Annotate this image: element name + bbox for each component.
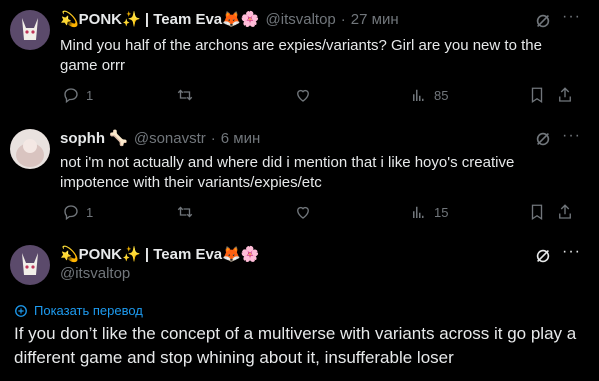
views-button[interactable]: 85: [410, 86, 448, 104]
timestamp[interactable]: 27 мин: [351, 11, 399, 28]
views-icon: [413, 89, 424, 101]
more-icon[interactable]: ···: [562, 127, 581, 145]
tweet-2[interactable]: sophh 🦴 @sonavstr · 6 мин ··· not i'm no…: [0, 115, 599, 233]
tweet-text: not i'm not actually and where did i men…: [60, 154, 515, 191]
views-icon: [413, 206, 424, 218]
share-button[interactable]: [556, 203, 574, 221]
share-icon: [559, 204, 571, 219]
retweet-button[interactable]: [176, 203, 194, 221]
tweet-text: Mind you half of the archons are expies/…: [60, 37, 542, 74]
translate-link[interactable]: Показать перевод: [14, 303, 143, 318]
author-handle[interactable]: @sonavstr: [134, 130, 206, 147]
bookmark-icon: [531, 87, 543, 104]
bookmark-button[interactable]: [528, 203, 546, 221]
author-name[interactable]: 💫PONK✨ | Team Eva🦊🌸: [60, 245, 260, 263]
views-button[interactable]: 15: [410, 203, 448, 221]
tweet-actions: 1 15: [60, 203, 580, 223]
grok-icon[interactable]: [534, 12, 552, 30]
reply-button[interactable]: 1: [62, 86, 93, 104]
avatar-sophh[interactable]: [10, 129, 50, 169]
view-count: 85: [434, 87, 449, 103]
author-name[interactable]: 💫PONK✨ | Team Eva🦊🌸: [60, 10, 260, 28]
bookmark-button[interactable]: [528, 86, 546, 104]
retweet-icon: [177, 206, 193, 218]
author-handle[interactable]: @itsvaltop: [60, 265, 130, 282]
retweet-icon: [177, 89, 193, 101]
more-icon[interactable]: ···: [562, 8, 581, 26]
author-handle[interactable]: @itsvaltop: [266, 11, 336, 28]
translate-icon: [15, 304, 27, 317]
focused-tweet-text: If you don’t like the concept of a multi…: [14, 324, 577, 367]
like-icon: [297, 89, 309, 102]
reply-count: 1: [86, 87, 94, 103]
reply-icon: [64, 205, 78, 221]
like-button[interactable]: [294, 203, 312, 221]
tweet-1[interactable]: 💫PONK✨ | Team Eva🦊🌸 @itsvaltop · 27 мин …: [0, 0, 599, 115]
like-icon: [297, 206, 309, 219]
author-name[interactable]: sophh 🦴: [60, 129, 128, 147]
reply-button[interactable]: 1: [62, 203, 93, 221]
grok-icon[interactable]: [534, 130, 552, 148]
translate-label: Показать перевод: [34, 303, 143, 318]
like-button[interactable]: [294, 86, 312, 104]
share-button[interactable]: [556, 86, 574, 104]
bookmark-icon: [531, 204, 543, 221]
tweet-actions: 1 85: [60, 86, 580, 106]
timestamp[interactable]: 6 мин: [221, 130, 261, 147]
avatar-ponk[interactable]: [10, 10, 50, 50]
view-count: 15: [434, 204, 449, 220]
avatar-ponk[interactable]: [10, 245, 50, 285]
reply-count: 1: [86, 204, 94, 220]
reply-icon: [64, 88, 78, 104]
share-icon: [559, 87, 571, 102]
retweet-button[interactable]: [176, 86, 194, 104]
grok-icon[interactable]: [534, 247, 552, 265]
more-icon[interactable]: ···: [562, 243, 581, 261]
separator-dot: ·: [210, 129, 216, 147]
separator-dot: ·: [340, 10, 346, 28]
